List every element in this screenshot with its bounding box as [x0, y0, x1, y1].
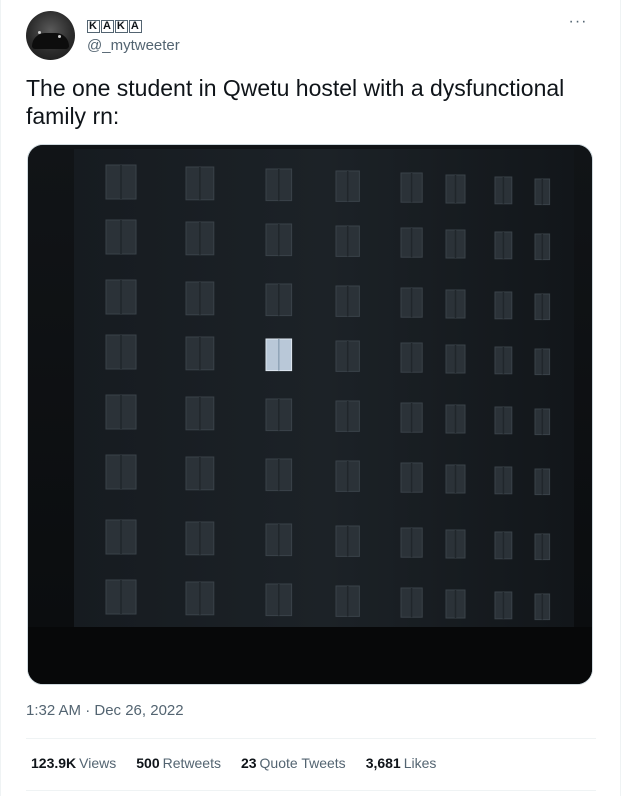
- quotes-label: Quote Tweets: [259, 755, 346, 771]
- avatar-light: [58, 35, 61, 38]
- avatar-light: [38, 31, 41, 34]
- likes-label: Likes: [403, 755, 437, 771]
- author-names: KAKA @_mytweeter: [87, 16, 180, 54]
- avatar-silhouette: [32, 33, 69, 49]
- name-letter: A: [128, 20, 142, 33]
- name-letter: K: [87, 20, 100, 33]
- tweet-timestamp[interactable]: 1:32 AM · Dec 26, 2022: [26, 702, 184, 719]
- tweet-card: KAKA @_mytweeter ··· The one student in …: [0, 0, 621, 796]
- tweet-text: The one student in Qwetu hostel with a d…: [26, 75, 565, 129]
- views-count: 123.9K: [31, 755, 77, 771]
- name-letter: A: [100, 20, 114, 33]
- divider: [26, 790, 596, 791]
- user-handle[interactable]: @_mytweeter: [87, 37, 180, 54]
- avatar[interactable]: [26, 11, 75, 60]
- views-label: Views: [79, 755, 117, 771]
- likes-stat[interactable]: 3,681 Likes: [366, 755, 437, 771]
- retweets-count: 500: [136, 755, 160, 771]
- likes-count: 3,681: [365, 755, 401, 771]
- quotes-count: 23: [240, 755, 257, 771]
- tweet-media-photo[interactable]: [27, 144, 593, 685]
- retweets-label: Retweets: [162, 755, 221, 771]
- more-horizontal-icon[interactable]: ···: [566, 13, 590, 33]
- tweet-header: KAKA @_mytweeter ···: [26, 11, 596, 61]
- name-letter: K: [114, 20, 128, 33]
- retweets-stat[interactable]: 500 Retweets: [136, 755, 221, 771]
- building-night-photo: [28, 145, 592, 684]
- divider: [26, 738, 596, 739]
- tweet-stats: 123.9K Views 500 Retweets 23 Quote Tweets 3…: [31, 755, 456, 771]
- views-stat[interactable]: 123.9K Views: [31, 755, 116, 771]
- display-name[interactable]: KAKA: [87, 16, 180, 33]
- quote-tweets-stat[interactable]: 23 Quote Tweets: [241, 755, 346, 771]
